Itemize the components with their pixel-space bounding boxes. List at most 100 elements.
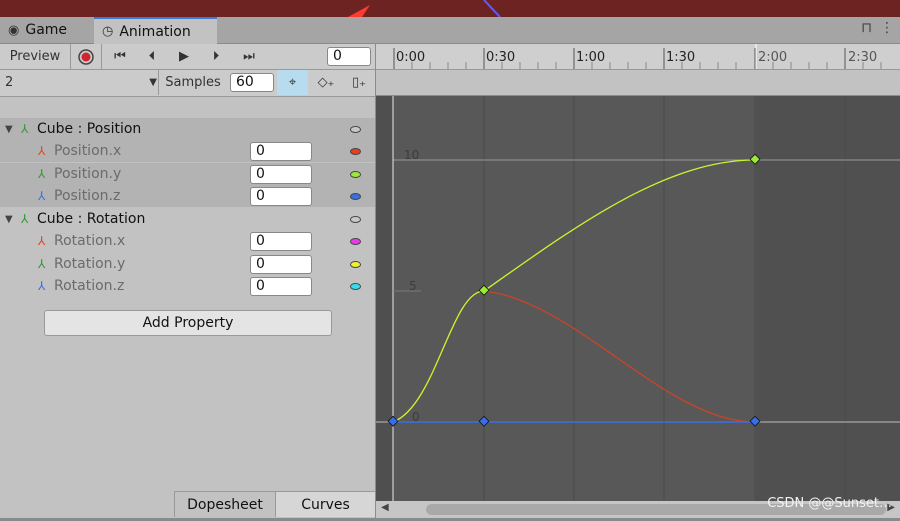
first-keyframe-icon: ⏮ [114,49,126,64]
add-event-button[interactable]: ▯₊ [345,72,373,93]
add-property-button[interactable]: Add Property [44,310,332,336]
group-label: Cube : Position [37,121,142,137]
property-label: Position.y [54,166,122,182]
lock-icon[interactable]: ⊓ [861,20,872,36]
add-event-icon: ▯₊ [351,75,366,90]
tab-animation-label: Animation [119,23,191,40]
curve-color-dot[interactable] [350,260,361,268]
transform-axes-icon: ⅄ [38,189,46,203]
group-label: Cube : Rotation [37,211,146,227]
tab-dopesheet[interactable]: Dopesheet [174,491,275,517]
last-keyframe-icon: ⏭ [243,49,255,64]
playback-toolbar: Preview ⏮ ⏴ ▶ ⏵ ⏭ 0 [0,44,375,70]
curve-color-dot[interactable] [350,237,361,245]
curve-toggle-dot[interactable] [350,125,361,133]
add-keyframe-button[interactable]: ◇₊ [311,72,341,93]
value-label: 10 [404,148,419,162]
add-keyframe-icon: ◇₊ [317,75,335,90]
prev-keyframe-icon: ⏴ [148,49,156,64]
scene-view-strip [0,0,900,17]
property-row[interactable]: ⅄ Position.x 0 [0,140,375,162]
property-value-field[interactable]: 0 [250,186,312,206]
property-label: Rotation.z [54,278,125,294]
curve-color-dot[interactable] [350,170,361,178]
samples-field[interactable]: 60 [230,73,274,92]
tick-label: 1:00 [576,50,605,65]
menu-icon[interactable]: ⋮ [880,20,894,36]
scroll-left-icon[interactable]: ◀ [381,502,389,513]
tick-label: 1:30 [666,50,695,65]
collapse-arrow-icon[interactable]: ▼ [5,124,13,135]
property-label: Rotation.y [54,256,126,272]
property-value-field[interactable]: 0 [250,141,312,161]
scene-gizmo-arrows [348,0,501,17]
clip-dropdown[interactable]: 2 ▼ [2,72,161,93]
tab-game[interactable]: ◉ Game [0,17,94,43]
property-value-field[interactable]: 0 [250,164,312,184]
property-value-field[interactable]: 0 [250,231,312,251]
first-keyframe-button[interactable]: ⏮ [106,46,134,67]
property-value-field[interactable]: 0 [250,254,312,274]
tab-animation[interactable]: ◷ Animation [94,17,217,44]
curve-toggle-dot[interactable] [350,215,361,223]
transform-axes-icon: ⅄ [21,122,29,136]
next-keyframe-button[interactable]: ⏵ [202,46,230,67]
window-tab-bar: ◉ Game ◷ Animation ⊓ ⋮ [0,17,900,44]
record-button[interactable] [74,46,98,67]
prev-keyframe-button[interactable]: ⏴ [138,46,166,67]
property-value-field[interactable]: 0 [250,276,312,296]
curve-color-dot[interactable] [350,192,361,200]
property-row[interactable]: ⅄ Rotation.z 0 [0,275,375,297]
clip-value: 2 [5,75,14,90]
curve-color-dot[interactable] [350,282,361,290]
event-track[interactable] [376,70,900,96]
frame-field[interactable]: 0 [327,47,371,66]
property-label: Position.z [54,188,121,204]
tab-curves[interactable]: Curves [275,491,375,517]
property-row[interactable]: ⅄ Position.y 0 [0,163,375,185]
tick-label: 0:30 [486,50,515,65]
watermark: CSDN @@Sunset… [767,496,892,511]
next-keyframe-icon: ⏵ [212,49,220,64]
clock-icon: ◷ [102,24,114,39]
ruler-ticks: 0:00 0:30 1:00 1:30 2:00 2:30 [393,44,882,69]
divider [70,44,71,69]
group-row-position[interactable]: ▼ ⅄ Cube : Position [0,118,375,140]
collapse-arrow-icon[interactable]: ▼ [5,214,13,225]
play-icon: ▶ [179,49,189,64]
keyframe[interactable] [478,415,490,427]
divider [158,70,159,95]
timeline-ruler[interactable]: 0:00 0:30 1:00 1:30 2:00 2:30 [376,44,900,70]
gamepad-icon: ◉ [8,22,20,38]
property-row[interactable]: ⅄ Position.z 0 [0,185,375,207]
tick-label: 2:30 [848,50,877,65]
curve-color-dot[interactable] [350,147,361,155]
preview-button[interactable]: Preview [0,46,70,67]
keyframe[interactable] [478,284,490,296]
group-row-rotation[interactable]: ▼ ⅄ Cube : Rotation [0,208,375,230]
property-row[interactable]: ⅄ Rotation.x 0 [0,230,375,252]
preview-label: Preview [9,49,61,64]
transform-axes-icon: ⅄ [38,234,46,248]
auto-key-button[interactable]: ⌖ [277,70,308,95]
transform-axes-icon: ⅄ [21,212,29,226]
transform-axes-icon: ⅄ [38,279,46,293]
clip-toolbar: 2 ▼ Samples 60 ⌖ ◇₊ ▯₊ [0,70,375,97]
divider [101,44,102,69]
last-keyframe-button[interactable]: ⏭ [234,46,264,67]
animation-left-panel: Preview ⏮ ⏴ ▶ ⏵ ⏭ 0 2 ▼ Samples 60 ⌖ ◇₊ … [0,44,376,521]
property-label: Rotation.x [54,233,126,249]
transform-axes-icon: ⅄ [38,257,46,271]
tick-label: 2:00 [758,50,787,65]
transform-axes-icon: ⅄ [38,144,46,158]
transform-axes-icon: ⅄ [38,167,46,181]
curve-canvas: 10 5 0 [376,96,900,501]
view-mode-tabs: Dopesheet Curves [174,491,375,517]
property-row[interactable]: ⅄ Rotation.y 0 [0,253,375,275]
pre-clip-shade [376,96,393,501]
property-label: Position.x [54,143,122,159]
record-icon [78,48,94,65]
play-button[interactable]: ▶ [170,46,198,67]
curve-editor[interactable]: 10 5 0 [376,96,900,501]
post-clip-shade [756,96,900,501]
